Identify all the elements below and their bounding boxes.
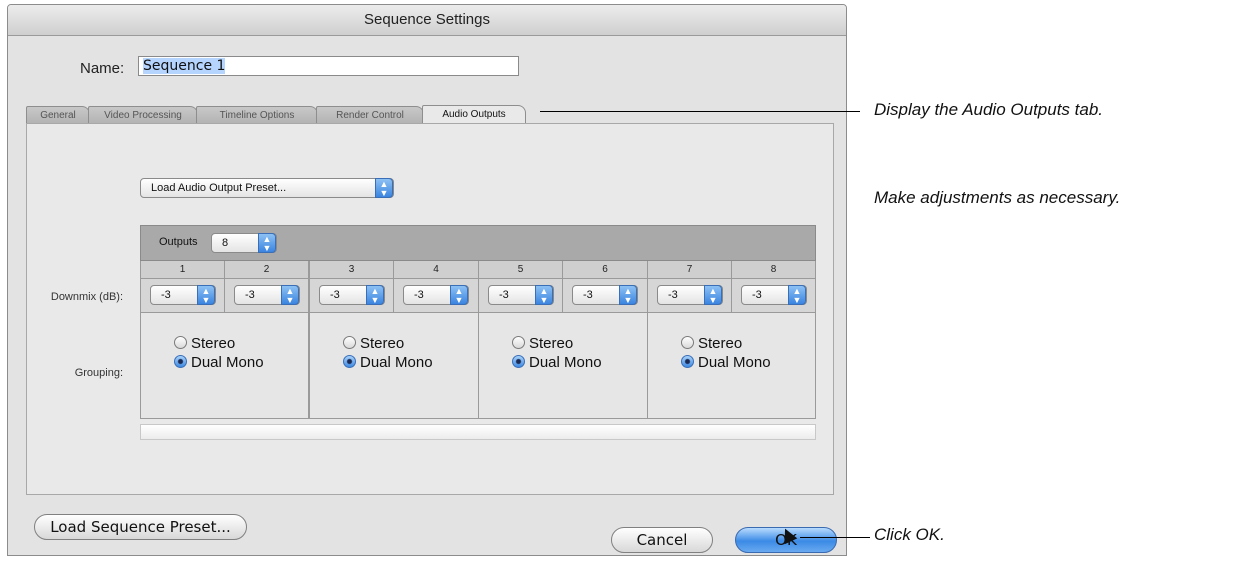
stereo-radio[interactable]: Stereo bbox=[512, 335, 573, 353]
callout-ok: Click OK. bbox=[874, 525, 945, 544]
tab-general[interactable]: General bbox=[26, 106, 90, 124]
dual-mono-radio[interactable]: Dual Mono bbox=[343, 354, 433, 372]
chevron-updown-icon: ▲ ▼ bbox=[281, 285, 299, 305]
outputs-count-value: 8 bbox=[222, 237, 229, 249]
radio-on-icon bbox=[512, 355, 525, 368]
downmix-value: -3 bbox=[499, 289, 509, 301]
downmix-popup[interactable]: -3 ▲ ▼ bbox=[150, 285, 216, 305]
channel-number: 6 bbox=[562, 261, 648, 279]
downmix-label: Downmix (dB): bbox=[50, 291, 123, 303]
radio-on-icon bbox=[681, 355, 694, 368]
stereo-label: Stereo bbox=[191, 335, 236, 352]
grouping-cell: Stereo Dual Mono bbox=[647, 313, 816, 419]
chevron-updown-icon: ▲ ▼ bbox=[366, 285, 384, 305]
dual-mono-label: Dual Mono bbox=[698, 354, 771, 371]
radio-off-icon bbox=[343, 336, 356, 349]
downmix-cell: -3 ▲ ▼ bbox=[393, 279, 479, 313]
stereo-radio[interactable]: Stereo bbox=[681, 335, 742, 353]
downmix-cell: -3 ▲ ▼ bbox=[309, 279, 394, 313]
tab-audio-outputs[interactable]: Audio Outputs bbox=[422, 105, 526, 125]
dual-mono-label: Dual Mono bbox=[191, 354, 264, 371]
name-field-value: Sequence 1 bbox=[143, 58, 226, 74]
chevron-updown-icon: ▲ ▼ bbox=[450, 285, 468, 305]
downmix-popup[interactable]: -3 ▲ ▼ bbox=[572, 285, 638, 305]
radio-off-icon bbox=[681, 336, 694, 349]
sequence-settings-dialog: Sequence Settings Name: Sequence 1 Gener… bbox=[7, 4, 847, 556]
outputs-header: Outputs 8 ▲ ▼ bbox=[140, 225, 816, 261]
stereo-radio[interactable]: Stereo bbox=[174, 335, 235, 353]
outputs-label: Outputs bbox=[159, 236, 198, 248]
downmix-value: -3 bbox=[245, 289, 255, 301]
channel-number: 2 bbox=[224, 261, 309, 279]
radio-on-icon bbox=[174, 355, 187, 368]
downmix-value: -3 bbox=[161, 289, 171, 301]
grouping-cell: Stereo Dual Mono bbox=[140, 313, 309, 419]
downmix-cell: -3 ▲ ▼ bbox=[140, 279, 225, 313]
preset-popup-label: Load Audio Output Preset... bbox=[151, 182, 287, 194]
radio-off-icon bbox=[174, 336, 187, 349]
chevron-updown-icon: ▲ ▼ bbox=[258, 233, 276, 253]
downmix-popup[interactable]: -3 ▲ ▼ bbox=[319, 285, 385, 305]
downmix-cell: -3 ▲ ▼ bbox=[478, 279, 563, 313]
dialog-title: Sequence Settings bbox=[8, 5, 846, 36]
dual-mono-label: Dual Mono bbox=[529, 354, 602, 371]
audio-outputs-panel: Load Audio Output Preset... ▲ ▼ Outputs 8… bbox=[26, 123, 834, 495]
chevron-updown-icon: ▲ ▼ bbox=[197, 285, 215, 305]
name-label: Name: bbox=[80, 60, 125, 77]
chevron-updown-icon: ▲ ▼ bbox=[375, 178, 393, 198]
channel-number: 5 bbox=[478, 261, 563, 279]
horizontal-scrollbar[interactable] bbox=[140, 424, 816, 440]
downmix-popup[interactable]: -3 ▲ ▼ bbox=[488, 285, 554, 305]
downmix-value: -3 bbox=[668, 289, 678, 301]
load-audio-output-preset-popup[interactable]: Load Audio Output Preset... ▲ ▼ bbox=[140, 178, 394, 198]
stereo-label: Stereo bbox=[529, 335, 574, 352]
channel-number: 1 bbox=[140, 261, 225, 279]
downmix-value: -3 bbox=[583, 289, 593, 301]
chevron-updown-icon: ▲ ▼ bbox=[788, 285, 806, 305]
downmix-value: -3 bbox=[414, 289, 424, 301]
outputs-count-popup[interactable]: 8 ▲ ▼ bbox=[211, 233, 277, 253]
grouping-cell: Stereo Dual Mono bbox=[309, 313, 479, 419]
chevron-updown-icon: ▲ ▼ bbox=[619, 285, 637, 305]
radio-off-icon bbox=[512, 336, 525, 349]
chevron-updown-icon: ▲ ▼ bbox=[535, 285, 553, 305]
downmix-value: -3 bbox=[752, 289, 762, 301]
downmix-cell: -3 ▲ ▼ bbox=[562, 279, 648, 313]
downmix-popup[interactable]: -3 ▲ ▼ bbox=[403, 285, 469, 305]
stereo-label: Stereo bbox=[698, 335, 743, 352]
channel-number: 8 bbox=[731, 261, 816, 279]
tab-render-control[interactable]: Render Control bbox=[316, 106, 424, 124]
channel-number: 4 bbox=[393, 261, 479, 279]
downmix-cell: -3 ▲ ▼ bbox=[224, 279, 309, 313]
dual-mono-radio[interactable]: Dual Mono bbox=[174, 354, 264, 372]
downmix-popup[interactable]: -3 ▲ ▼ bbox=[741, 285, 807, 305]
dual-mono-radio[interactable]: Dual Mono bbox=[681, 354, 771, 372]
channel-number: 3 bbox=[309, 261, 394, 279]
stereo-label: Stereo bbox=[360, 335, 405, 352]
name-field[interactable]: Sequence 1 bbox=[138, 56, 519, 76]
dual-mono-label: Dual Mono bbox=[360, 354, 433, 371]
cancel-button[interactable]: Cancel bbox=[611, 527, 713, 553]
downmix-popup[interactable]: -3 ▲ ▼ bbox=[234, 285, 300, 305]
channel-number: 7 bbox=[647, 261, 732, 279]
downmix-cell: -3 ▲ ▼ bbox=[731, 279, 816, 313]
callout-line-ok bbox=[800, 537, 870, 538]
callout-adjust: Make adjustments as necessary. bbox=[874, 188, 1121, 207]
downmix-cell: -3 ▲ ▼ bbox=[647, 279, 732, 313]
callout-line-tab bbox=[540, 111, 860, 112]
grouping-cell: Stereo Dual Mono bbox=[478, 313, 648, 419]
downmix-popup[interactable]: -3 ▲ ▼ bbox=[657, 285, 723, 305]
callout-tab: Display the Audio Outputs tab. bbox=[874, 100, 1104, 119]
grouping-label: Grouping: bbox=[74, 367, 123, 379]
load-sequence-preset-button[interactable]: Load Sequence Preset... bbox=[34, 514, 247, 540]
tab-video-processing[interactable]: Video Processing bbox=[88, 106, 198, 124]
downmix-value: -3 bbox=[330, 289, 340, 301]
dual-mono-radio[interactable]: Dual Mono bbox=[512, 354, 602, 372]
tab-timeline-options[interactable]: Timeline Options bbox=[196, 106, 318, 124]
radio-on-icon bbox=[343, 355, 356, 368]
stereo-radio[interactable]: Stereo bbox=[343, 335, 404, 353]
chevron-updown-icon: ▲ ▼ bbox=[704, 285, 722, 305]
